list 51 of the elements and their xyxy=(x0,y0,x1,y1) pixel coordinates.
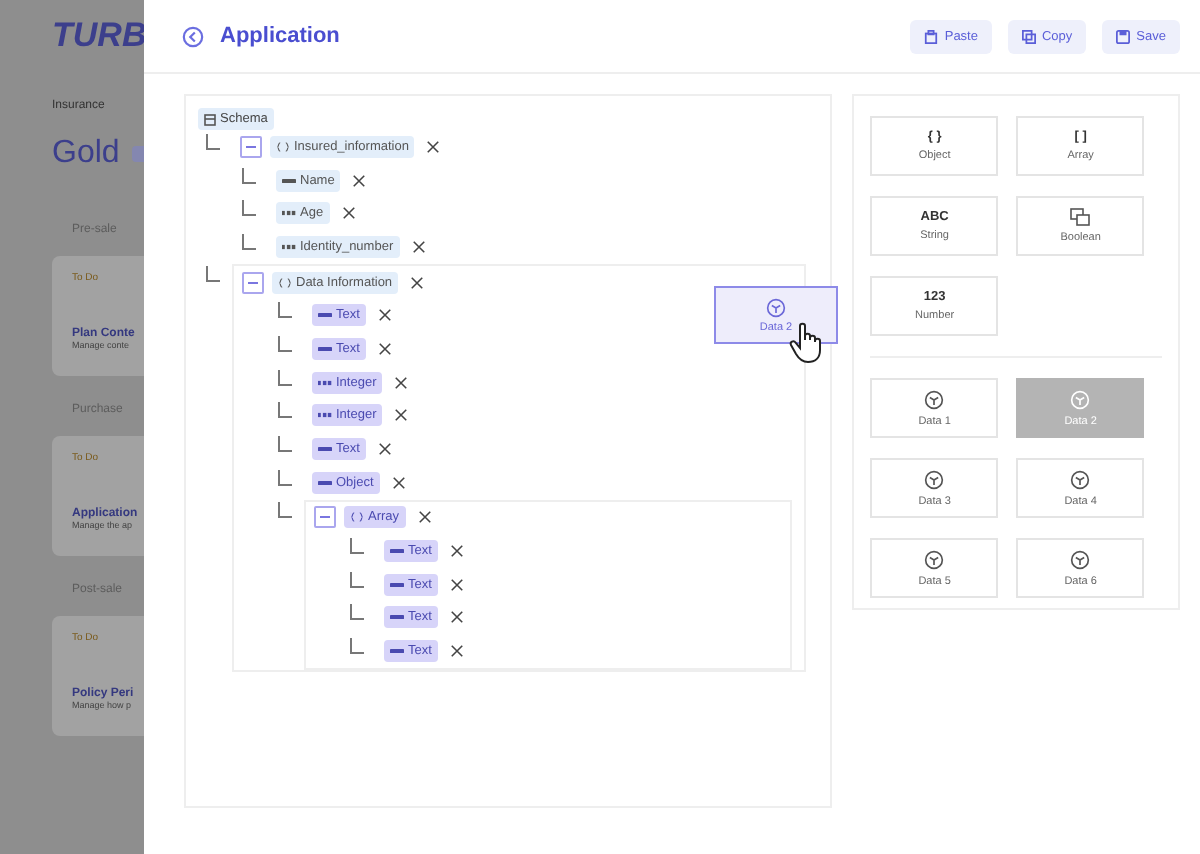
close-icon[interactable] xyxy=(449,544,464,559)
text-type-icon xyxy=(318,477,332,488)
status-badge xyxy=(131,146,144,162)
text-type-icon xyxy=(282,175,296,186)
drawer-title: Application xyxy=(220,24,342,48)
close-icon[interactable] xyxy=(449,610,464,625)
close-icon[interactable] xyxy=(377,341,392,356)
braces-icon xyxy=(276,141,290,152)
close-icon[interactable] xyxy=(394,408,409,423)
close-icon[interactable] xyxy=(417,510,432,525)
text-type-icon xyxy=(390,646,404,657)
number-type-icon xyxy=(318,410,332,421)
braces-icon xyxy=(350,512,364,523)
number-type-icon xyxy=(318,377,332,388)
collapse-toggle[interactable] xyxy=(240,135,262,158)
collapse-toggle[interactable] xyxy=(242,271,264,294)
close-icon[interactable] xyxy=(341,206,356,221)
cube-icon xyxy=(1070,549,1091,569)
close-icon[interactable] xyxy=(449,644,464,659)
close-icon[interactable] xyxy=(411,239,426,254)
collapse-toggle[interactable] xyxy=(314,506,336,529)
text-type-icon xyxy=(390,612,404,623)
close-icon[interactable] xyxy=(426,139,441,154)
cube-icon xyxy=(924,549,945,569)
braces-icon xyxy=(278,277,292,288)
close-icon[interactable] xyxy=(449,577,464,592)
table-icon xyxy=(204,113,216,125)
save-icon xyxy=(1116,29,1131,43)
cube-icon xyxy=(1070,389,1091,409)
cube-icon xyxy=(924,469,945,489)
text-type-icon xyxy=(318,343,332,354)
number-type-icon xyxy=(282,241,296,252)
copy-icon xyxy=(1021,29,1036,43)
text-type-icon xyxy=(318,444,332,455)
close-icon[interactable] xyxy=(394,375,409,390)
close-icon[interactable] xyxy=(352,173,367,188)
cube-icon xyxy=(766,297,786,317)
boolean-icon xyxy=(1070,208,1091,226)
close-icon[interactable] xyxy=(377,442,392,457)
paste-icon xyxy=(924,29,939,43)
close-icon[interactable] xyxy=(377,308,392,323)
cube-icon xyxy=(924,389,945,409)
page-title: Gold xyxy=(52,136,120,172)
close-icon[interactable] xyxy=(391,475,406,490)
text-type-icon xyxy=(390,579,404,590)
text-type-icon xyxy=(318,310,332,321)
text-type-icon xyxy=(390,546,404,557)
cube-icon xyxy=(1070,469,1091,489)
number-type-icon xyxy=(282,208,296,219)
close-icon[interactable] xyxy=(410,275,425,290)
back-icon[interactable] xyxy=(182,25,204,47)
